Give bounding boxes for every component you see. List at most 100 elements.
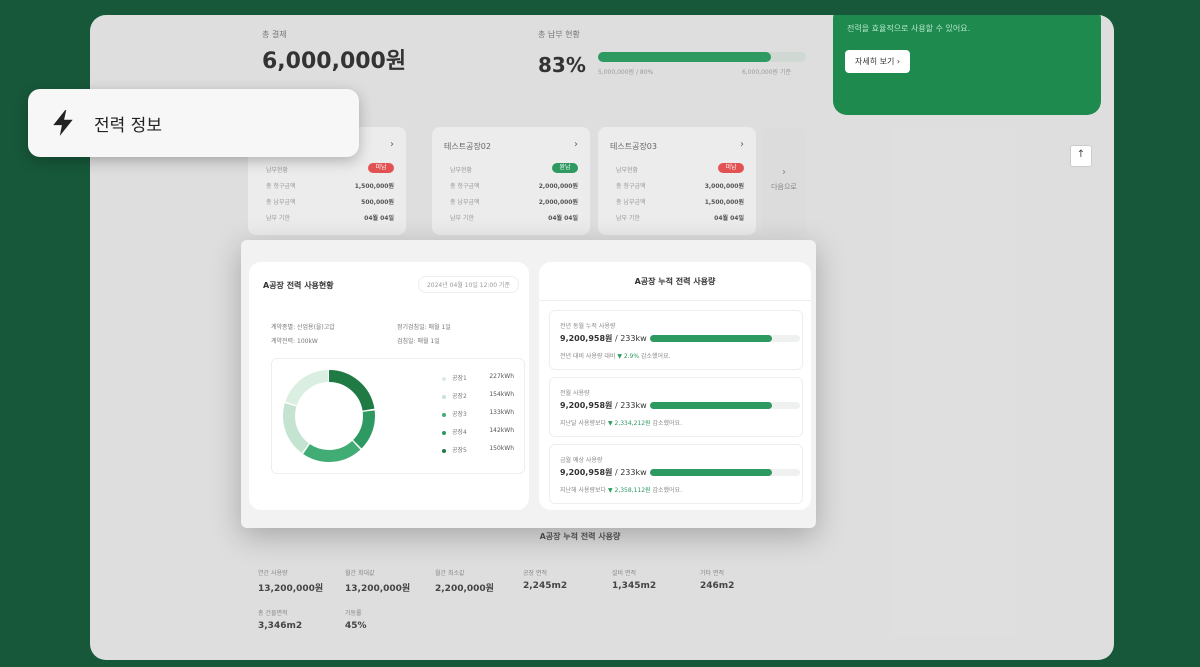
usage-unit: / 233kw (612, 468, 647, 477)
bottom-stat-label: 연간 사용량 (258, 570, 288, 577)
usage-note-suffix: 감소했어요. (650, 487, 682, 494)
legend-value: 142kWh (489, 427, 514, 434)
row-value: 1,500,000원 (354, 183, 394, 190)
bottom-stat-label: 월간 최대값 (345, 570, 375, 577)
usage-note-prefix: 전년 대비 사용량 대비 (560, 353, 618, 360)
electricity-info-panel: A공장 전력 사용현황 2024년 04월 10일 12:00 기준 계약종별:… (241, 240, 816, 528)
usage-label: 전월 사용량 (560, 390, 590, 397)
bottom-stat-label: 공장 면적 (523, 570, 547, 577)
meter-label: 정기검침일: 매월 1일 (397, 324, 451, 331)
legend-label: 공장1 (452, 375, 467, 382)
factory-card-row: 총 납부금액 500,000원 (266, 197, 394, 206)
row-label: 총 청구금액 (266, 183, 296, 190)
bottom-stat-label: 가동률 (345, 610, 362, 617)
row-value: 2,000,000원 (538, 183, 578, 190)
bottom-stat-value: 45% (345, 621, 367, 631)
bottom-section-title: A공장 누적 전력 사용량 (539, 532, 621, 541)
promo-text: 전력을 효율적으로 사용할 수 있어요. (847, 24, 971, 33)
usage-amount: 9,200,958원 (560, 468, 613, 477)
factory-card-row: 납부 기한 04월 04일 (450, 213, 578, 222)
factory-card-title: 테스트공장02 (444, 142, 491, 151)
bottom-stat: 기타 면적 246m2 (700, 568, 734, 591)
legend-item: 공장1 227kWh (442, 373, 522, 382)
scroll-top-button[interactable]: ↑ (1070, 145, 1092, 167)
bottom-stat-value: 2,245m2 (523, 581, 568, 591)
bottom-stat: 총 건물면적 3,346m2 (258, 608, 302, 631)
row-label: 총 청구금액 (616, 183, 646, 190)
bottom-stat-value: 13,200,000원 (345, 584, 411, 594)
row-value: 1,500,000원 (704, 199, 744, 206)
row-label: 납부현황 (616, 167, 639, 174)
bottom-stat: 연간 사용량 13,200,000원 (258, 568, 323, 594)
lightning-bolt-icon (53, 110, 73, 136)
donut-legend: 공장1 227kWh 공장2 154kWh 공장3 133kWh 공장4 142kWh 공장5 1… (442, 373, 522, 463)
legend-value: 227kWh (489, 373, 514, 380)
promo-button[interactable]: 자세히 보기 › (845, 50, 911, 73)
legend-item: 공장5 150kWh (442, 445, 522, 454)
usage-rate-bar-fill (598, 52, 771, 62)
usage-row: 금월 예상 사용량 9,200,958원 / 233kw 지난해 사용량보다 ▼… (549, 444, 803, 504)
electricity-info-tooltip[interactable]: 전력 정보 (28, 89, 359, 157)
usage-status-title: A공장 전력 사용현황 (263, 281, 334, 290)
contract-power: 계약전력: 100kW (271, 338, 318, 345)
usage-bar-fill (650, 402, 772, 409)
row-label: 납부현황 (450, 167, 473, 174)
chevron-right-icon: › (740, 139, 744, 150)
usage-donut-chart (283, 370, 375, 462)
usage-value: 9,200,958원 / 233kw (560, 467, 647, 478)
row-label: 납부 기한 (616, 215, 640, 222)
usage-note: 전년 대비 사용량 대비 ▼ 2.9% 감소했어요. (560, 351, 671, 360)
usage-bar-fill (650, 469, 772, 476)
bottom-stat-value: 1,345m2 (612, 581, 657, 591)
factory-card-row: 총 청구금액 1,500,000원 (266, 181, 394, 190)
up-arrow-icon: ↑ (1076, 149, 1086, 160)
next-cards-button[interactable]: › 다음으로 (762, 127, 806, 235)
bottom-stat: 공장 면적 2,245m2 (523, 568, 567, 591)
usage-amount: 9,200,958원 (560, 334, 613, 343)
usage-value: 9,200,958원 / 233kw (560, 333, 647, 344)
next-label: 다음으로 (771, 183, 797, 191)
divider (539, 300, 811, 301)
factory-card-row: 납부 기한 04월 04일 (266, 213, 394, 222)
legend-label: 공장3 (452, 411, 467, 418)
legend-value: 133kWh (489, 409, 514, 416)
bottom-stat-value: 13,200,000원 (258, 584, 324, 594)
usage-rate-bar (598, 52, 806, 62)
usage-unit: / 233kw (612, 401, 647, 410)
usage-bar-right-caption: 6,000,000원 기준 (742, 69, 792, 76)
bottom-stat-value: 246m2 (700, 581, 735, 591)
usage-note-suffix: 감소했어요. (650, 420, 682, 427)
usage-donut-box: 공장1 227kWh 공장2 154kWh 공장3 133kWh 공장4 142kWh 공장5 1… (271, 358, 525, 474)
usage-note-prefix: 지난해 사용량보다 (560, 487, 608, 494)
tooltip-label: 전력 정보 (94, 115, 162, 136)
legend-dot (442, 376, 446, 381)
usage-row: 전월 사용량 9,200,958원 / 233kw 지난달 사용량보다 ▼ 2,… (549, 377, 803, 437)
legend-label: 공장4 (452, 429, 467, 436)
usage-bar (650, 402, 800, 409)
usage-note-change: ▼ 2,358,112원 (607, 487, 651, 494)
usage-value: 9,200,958원 / 233kw (560, 400, 647, 411)
usage-label: 금월 예상 사용량 (560, 457, 603, 464)
legend-item: 공장4 142kWh (442, 427, 522, 436)
usage-rate-label: 총 납부 현황 (538, 30, 580, 39)
usage-note: 지난해 사용량보다 ▼ 2,358,112원 감소했어요. (560, 485, 682, 494)
chevron-right-icon: › (574, 139, 578, 150)
chevron-right-icon: › (390, 139, 394, 150)
factory-card[interactable]: 테스트공장02 › 완납 납부현황 총 청구금액 2,000,000원 총 납부금액 2,00… (432, 127, 590, 235)
usage-label: 전년 동월 누적 사용량 (560, 323, 616, 330)
row-value: 04월 04일 (714, 215, 744, 222)
row-label: 납부 기한 (450, 215, 474, 222)
factory-card[interactable]: 테스트공장03 › 미납 납부현황 총 청구금액 3,000,000원 총 납부금액 1,50… (598, 127, 756, 235)
usage-note-suffix: 감소했어요. (639, 353, 671, 360)
cumulative-usage-card: A공장 누적 전력 사용량 전년 동월 누적 사용량 9,200,958원 / … (539, 262, 811, 510)
cumulative-usage-title: A공장 누적 전력 사용량 (634, 277, 716, 286)
bottom-stat-label: 총 건물면적 (258, 610, 288, 617)
meter-read: 검침일: 매월 1일 (397, 338, 440, 345)
row-value: 500,000원 (361, 199, 394, 206)
row-label: 총 납부금액 (266, 199, 296, 206)
contract-type: 계약종별: 산업용(을)고압 (271, 324, 335, 331)
bottom-stat-label: 설비 면적 (612, 570, 636, 577)
bottom-stat: 가동률 45% (345, 608, 367, 631)
usage-bar (650, 335, 800, 342)
legend-dot (442, 412, 446, 417)
